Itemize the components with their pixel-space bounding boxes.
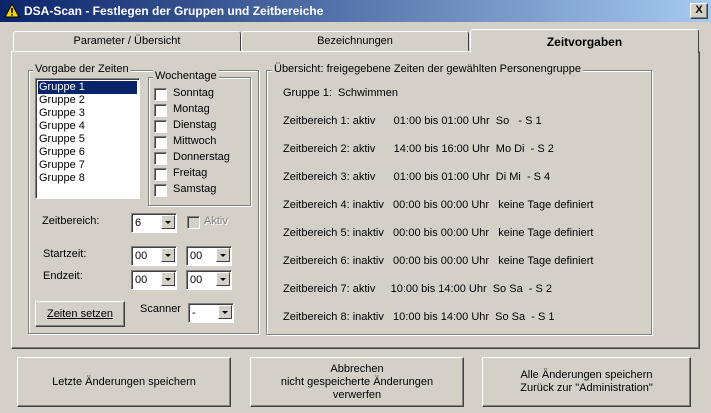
select-value: 00: [190, 250, 203, 262]
button-label: Letzte Änderungen speichern: [52, 375, 196, 388]
select-value: -: [192, 307, 196, 319]
checkbox[interactable]: [154, 136, 167, 149]
list-item-gruppe-2[interactable]: Gruppe 2: [38, 94, 137, 107]
list-item-gruppe-1[interactable]: Gruppe 1: [37, 80, 138, 95]
checkbox[interactable]: [154, 120, 167, 133]
button-label-line1: Alle Änderungen speichern: [520, 369, 653, 381]
checkbox[interactable]: [154, 152, 167, 165]
overview-row: Zeitbereich 3: aktiv 01:00 bis 01:00 Uhr…: [283, 171, 551, 183]
save-last-changes-button[interactable]: Letzte Änderungen speichern: [17, 357, 231, 407]
overview-row: Zeitbereich 4: inaktiv 00:00 bis 00:00 U…: [283, 199, 594, 211]
button-label-line1: Abbrechen: [330, 362, 384, 375]
overview-legend: Übersicht: freigegebene Zeiten der gewäh…: [272, 63, 583, 75]
zeitbereich-select[interactable]: 6: [131, 213, 177, 233]
zeiten-setzen-button[interactable]: Zeiten setzen: [35, 301, 125, 327]
list-item-gruppe-5[interactable]: Gruppe 5: [38, 133, 137, 146]
list-item-gruppe-4[interactable]: Gruppe 4: [38, 120, 137, 133]
tab-label: Bezeichnungen: [317, 35, 393, 47]
zeitbereich-label: Zeitbereich:: [42, 215, 100, 227]
scanner-select[interactable]: -: [188, 303, 234, 323]
overview-gruppe: Gruppe 1: Schwimmen: [283, 87, 398, 99]
overview-row: Zeitbereich 5: inaktiv 00:00 bis 00:00 U…: [283, 227, 594, 239]
checkbox[interactable]: [154, 88, 167, 101]
startzeit-minute-select[interactable]: 00: [186, 246, 232, 266]
startzeit-label: Startzeit:: [43, 248, 87, 260]
select-value: 00: [135, 274, 148, 286]
checkbox-label: Montag: [173, 103, 210, 115]
chevron-down-icon[interactable]: [161, 272, 175, 286]
overview-row: Zeitbereich 8: inaktiv 10:00 bis 14:00 U…: [283, 311, 555, 323]
overview-row: Zeitbereich 2: aktiv 14:00 bis 16:00 Uhr…: [283, 143, 554, 155]
list-item-gruppe-7[interactable]: Gruppe 7: [38, 159, 137, 172]
endzeit-label: Endzeit:: [43, 270, 83, 282]
select-value: 00: [135, 250, 148, 262]
group-listbox[interactable]: Gruppe 1 Gruppe 2 Gruppe 3 Gruppe 4 Grup…: [35, 78, 140, 199]
scanner-label: Scanner: [140, 303, 181, 315]
checkbox[interactable]: [187, 216, 200, 229]
warning-triangle-icon: [4, 3, 20, 18]
list-item-gruppe-3[interactable]: Gruppe 3: [38, 107, 137, 120]
list-item-gruppe-8[interactable]: Gruppe 8: [38, 172, 137, 185]
overview-row: Zeitbereich 6: inaktiv 00:00 bis 00:00 U…: [283, 255, 594, 267]
checkbox-label: Sonntag: [173, 87, 214, 99]
endzeit-hour-select[interactable]: 00: [131, 270, 177, 290]
button-label-line2: Zurück zur "Administration": [520, 382, 653, 394]
chevron-down-icon[interactable]: [218, 305, 232, 319]
close-button[interactable]: X: [690, 3, 708, 19]
checkbox-label: Samstag: [173, 183, 217, 195]
window-title: DSA-Scan - Festlegen der Gruppen und Zei…: [24, 4, 324, 18]
checkbox-label: Mittwoch: [173, 135, 217, 147]
save-all-back-button[interactable]: Alle Änderungen speichern Zurück zur "Ad…: [482, 357, 691, 407]
tab-zeitvorgaben[interactable]: Zeitvorgaben: [470, 29, 699, 53]
tab-bezeichnungen[interactable]: Bezeichnungen: [241, 31, 469, 51]
select-value: 6: [135, 217, 142, 229]
checkbox-label: Dienstag: [173, 119, 217, 131]
startzeit-hour-select[interactable]: 00: [131, 246, 177, 266]
chevron-down-icon[interactable]: [216, 272, 230, 286]
checkbox[interactable]: [154, 184, 167, 197]
chevron-down-icon[interactable]: [216, 248, 230, 262]
vorgabe-legend: Vorgabe der Zeiten: [33, 63, 131, 75]
checkbox-label: Donnerstag: [173, 151, 230, 163]
checkbox[interactable]: [154, 168, 167, 181]
endzeit-minute-select[interactable]: 00: [186, 270, 232, 290]
tab-label: Zeitvorgaben: [546, 35, 623, 49]
checkbox-label: Freitag: [173, 167, 208, 179]
button-label: Zeiten setzen: [46, 307, 114, 320]
wochentage-legend: Wochentage: [153, 70, 219, 82]
overview-row: Zeitbereich 7: aktiv 10:00 bis 14:00 Uhr…: [283, 283, 553, 295]
cancel-button[interactable]: Abbrechen nicht gespeicherte Änderungen …: [250, 357, 464, 407]
tab-label: Parameter / Übersicht: [73, 35, 181, 47]
select-value: 00: [190, 274, 203, 286]
tab-parameter-uebersicht[interactable]: Parameter / Übersicht: [13, 31, 241, 51]
chevron-down-icon[interactable]: [161, 215, 175, 229]
title-bar[interactable]: DSA-Scan - Festlegen der Gruppen und Zei…: [0, 0, 711, 22]
button-label-line3: verwerfen: [332, 388, 382, 401]
chevron-down-icon[interactable]: [161, 248, 175, 262]
checkbox[interactable]: [154, 104, 167, 117]
button-label-line2: nicht gespeicherte Änderungen: [280, 375, 434, 388]
list-item-gruppe-6[interactable]: Gruppe 6: [38, 146, 137, 159]
checkbox-label: Aktiv: [204, 215, 228, 227]
overview-row: Zeitbereich 1: aktiv 01:00 bis 01:00 Uhr…: [283, 115, 542, 127]
